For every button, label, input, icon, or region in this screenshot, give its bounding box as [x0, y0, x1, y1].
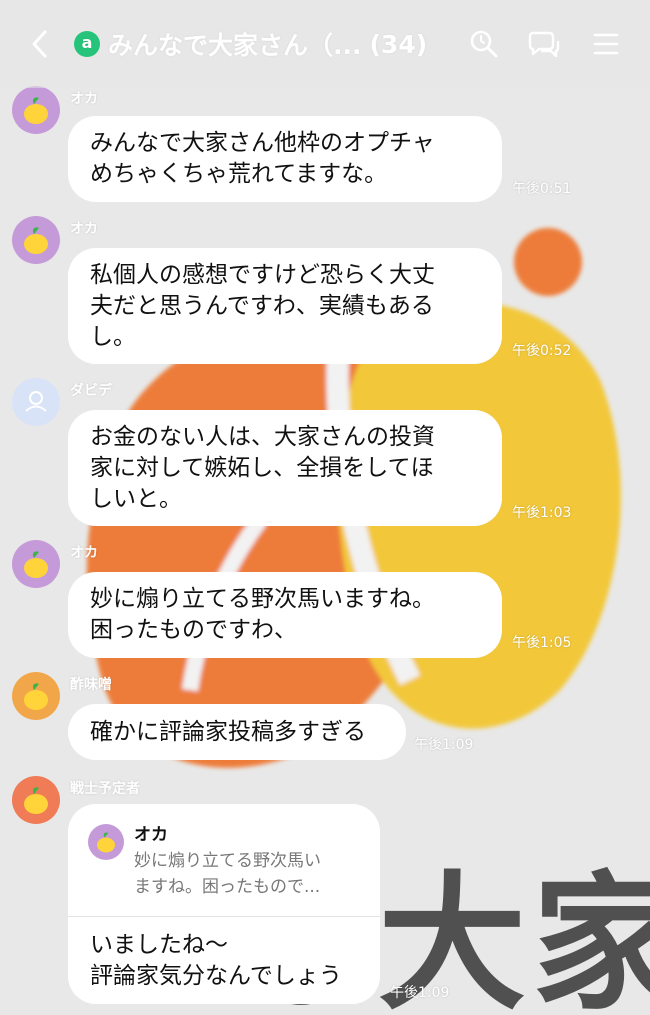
chat-title[interactable]: a みんなで大家さん（... (34): [74, 24, 427, 64]
message-timestamp: 午後1:03: [512, 505, 572, 521]
message-bubble[interactable]: 妙に煽り立てる野次馬いますね。 困ったものですわ、: [68, 572, 502, 658]
sender-avatar[interactable]: [12, 378, 60, 426]
message-line: 確かに評論家投稿多すぎる: [90, 718, 366, 745]
official-badge-letter: a: [81, 33, 93, 52]
message-line: いましたね〜: [90, 932, 228, 958]
chat-bubbles-icon: [528, 31, 560, 58]
sender-avatar[interactable]: [12, 776, 60, 824]
lemon-icon: [24, 97, 48, 124]
sender-avatar[interactable]: [12, 86, 60, 134]
message-line: めちゃくちゃ荒れてますな。: [90, 161, 388, 187]
sender-name: オカ: [70, 221, 98, 237]
menu-icon: [593, 33, 619, 55]
sender-avatar[interactable]: [12, 216, 60, 264]
message-bubble[interactable]: 私個人の感想ですけど恐らく大丈 夫だと思うんですわ、実績もある し。: [68, 248, 502, 364]
lemon-icon: [24, 787, 48, 814]
sender-name: オカ: [70, 545, 98, 561]
sender-avatar[interactable]: [12, 540, 60, 588]
search-icon: [470, 30, 498, 58]
back-chevron-icon: [32, 30, 47, 58]
message-line: しいと。: [90, 485, 182, 512]
message-timestamp: 午後0:51: [512, 181, 572, 197]
message-timestamp: 午後1:09: [414, 737, 474, 753]
quoted-text: 妙に煽り立てる野次馬い ますね。困ったもので...: [134, 848, 370, 900]
chat-header: a みんなで大家さん（... (34): [0, 0, 650, 88]
quoted-sender-avatar: [88, 824, 124, 860]
lemon-icon: [24, 551, 48, 578]
message-line: 困ったものですわ、: [90, 617, 297, 643]
message-bubble[interactable]: お金のない人は、大家さんの投資 家に対して嫉妬し、全損をしてほ しいと。: [68, 410, 502, 526]
sender-name: ダビデ: [70, 383, 112, 399]
chat-title-text: みんなで大家さん（...: [108, 31, 362, 60]
message-bubble[interactable]: みんなで大家さん他枠のオプチャ めちゃくちゃ荒れてますな。: [68, 116, 502, 202]
message-line: 家に対して嫉妬し、全損をしてほ: [90, 454, 434, 481]
reply-text: いましたね〜 評論家気分なんでしょう: [90, 930, 342, 992]
message-line: お金のない人は、大家さんの投資: [90, 423, 435, 450]
quoted-sender-name: オカ: [134, 825, 168, 845]
quoted-message[interactable]: オカ 妙に煽り立てる野次馬い ますね。困ったもので...: [68, 804, 380, 916]
quoted-line: ますね。困ったもので...: [134, 877, 321, 897]
message-timestamp: 午後0:52: [512, 343, 572, 359]
message-bubble[interactable]: 確かに評論家投稿多すぎる: [68, 704, 406, 760]
default-user-icon: [25, 391, 47, 412]
message-line: 妙に煽り立てる野次馬いますね。: [90, 586, 435, 612]
quote-divider: [68, 916, 380, 917]
quoted-line: 妙に煽り立てる野次馬い: [134, 851, 321, 871]
message-line: し。: [90, 323, 136, 350]
sender-name: 戦士予定者: [70, 781, 140, 797]
message-line: 評論家気分なんでしょう: [90, 963, 342, 989]
lemon-icon: [97, 832, 115, 853]
message-line: みんなで大家さん他枠のオプチャ: [90, 130, 435, 156]
message-timestamp: 午後1:05: [512, 635, 572, 651]
sender-avatar[interactable]: [12, 672, 60, 720]
message-list[interactable]: オカ みんなで大家さん他枠のオプチャ めちゃくちゃ荒れてますな。 午後0:51 …: [0, 0, 650, 1015]
official-account-badge: a: [74, 31, 100, 57]
sender-name: オカ: [70, 91, 98, 107]
sender-name: 酢味噌: [70, 677, 112, 693]
message-timestamp: 午後1:09: [390, 985, 450, 1001]
search-button[interactable]: [466, 26, 502, 62]
threads-button[interactable]: [526, 26, 562, 62]
lemon-icon: [24, 683, 48, 710]
lemon-icon: [24, 227, 48, 254]
message-line: 夫だと思うんですわ、実績もある: [90, 292, 434, 319]
back-button[interactable]: [22, 26, 58, 62]
reply-message-bubble[interactable]: オカ 妙に煽り立てる野次馬い ますね。困ったもので... いましたね〜 評論家気…: [68, 804, 380, 1004]
message-line: 私個人の感想ですけど恐らく大丈: [90, 261, 435, 288]
menu-button[interactable]: [588, 26, 624, 62]
member-count: (34): [369, 29, 428, 59]
